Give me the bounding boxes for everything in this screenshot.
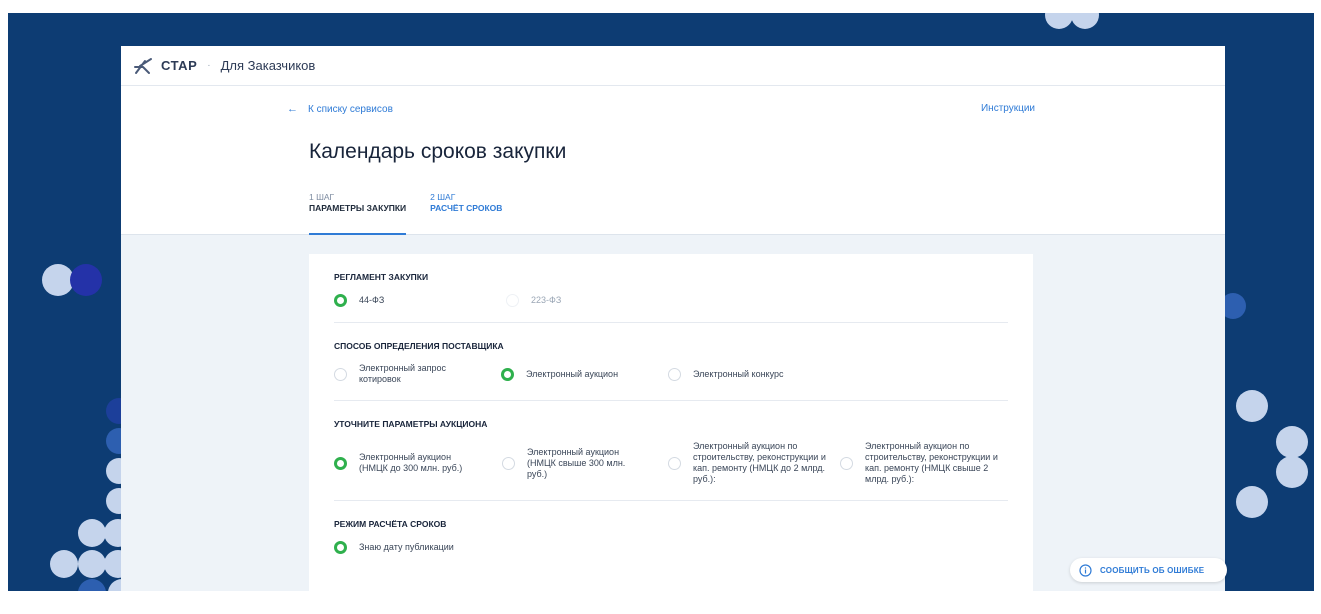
option-label: Знаю дату публикации	[359, 542, 454, 552]
parameters-card: РЕГЛАМЕНТ ЗАКУПКИ 44-ФЗ 223-ФЗ СПОСОБ ОП…	[309, 254, 1033, 591]
page-title: Календарь сроков закупки	[309, 140, 567, 163]
tab-label: ПАРАМЕТРЫ ЗАКУПКИ	[309, 203, 407, 213]
radio-quotation-request[interactable]: Электронный запрос котировок	[334, 363, 501, 385]
radio-empty-icon[interactable]	[840, 456, 853, 470]
radio-construction-over-2b[interactable]: Электронный аукцион по строительству, ре…	[840, 441, 1005, 485]
option-label: 44-ФЗ	[359, 295, 385, 305]
radio-empty-icon[interactable]	[502, 456, 515, 470]
option-label: Электронный аукцион (НМЦК до 300 млн. ру…	[359, 452, 463, 473]
decor-dot	[1276, 426, 1308, 458]
decor-dot	[1045, 13, 1073, 29]
option-label: Электронный запрос котировок	[359, 363, 447, 384]
radio-empty-icon[interactable]	[668, 456, 681, 470]
calculation-mode-section: РЕЖИМ РАСЧЁТА СРОКОВ Знаю дату публикаци…	[334, 501, 1008, 569]
breadcrumb-separator: ·	[207, 60, 211, 71]
decor-dot	[50, 550, 78, 578]
star-logo-icon[interactable]	[133, 57, 153, 75]
decor-dot	[70, 264, 102, 296]
decor-dot	[1071, 13, 1099, 29]
auction-parameters-section: УТОЧНИТЕ ПАРАМЕТРЫ АУКЦИОНА Электронный …	[334, 401, 1008, 501]
tab-deadline-calculation[interactable]: 2 ШАГ РАСЧЁТ СРОКОВ	[430, 188, 502, 235]
tab-purchase-parameters[interactable]: 1 ШАГ ПАРАМЕТРЫ ЗАКУПКИ	[309, 188, 407, 235]
section-title: РЕГЛАМЕНТ ЗАКУПКИ	[334, 272, 429, 282]
radio-auction-over-300m[interactable]: Электронный аукцион (НМЦК свыше 300 млн.…	[502, 447, 668, 480]
report-error-label: СООБЩИТЬ ОБ ОШИБКЕ	[1100, 565, 1205, 575]
decor-dot	[78, 579, 106, 591]
radio-selected-icon[interactable]	[334, 541, 347, 554]
decor-dot	[78, 519, 106, 547]
regulation-section: РЕГЛАМЕНТ ЗАКУПКИ 44-ФЗ 223-ФЗ	[334, 254, 1008, 323]
tab-step: 2 ШАГ	[430, 192, 456, 202]
option-label: Электронный аукцион (НМЦК свыше 300 млн.…	[527, 446, 626, 479]
radio-construction-under-2b[interactable]: Электронный аукцион по строительству, ре…	[668, 441, 840, 485]
section-title: УТОЧНИТЕ ПАРАМЕТРЫ АУКЦИОНА	[334, 419, 488, 429]
radio-selected-icon[interactable]	[334, 294, 347, 307]
supplier-method-section: СПОСОБ ОПРЕДЕЛЕНИЯ ПОСТАВЩИКА Электронны…	[334, 323, 1008, 401]
app-window: СТАР · Для Заказчиков ← К списку сервисо…	[121, 46, 1225, 591]
option-label: Электронный аукцион по строительству, ре…	[693, 441, 826, 484]
decor-dot	[1236, 486, 1268, 518]
option-label: Электронный конкурс	[693, 368, 784, 379]
radio-empty-icon[interactable]	[506, 294, 519, 307]
radio-44fz[interactable]: 44-ФЗ	[334, 294, 506, 307]
instructions-link[interactable]: Инструкции	[981, 103, 1035, 115]
arrow-left-icon: ←	[287, 103, 298, 115]
section-title: СПОСОБ ОПРЕДЕЛЕНИЯ ПОСТАВЩИКА	[334, 341, 504, 351]
radio-selected-icon[interactable]	[334, 456, 347, 470]
page-header: ← К списку сервисов Инструкции Календарь…	[121, 86, 1225, 235]
report-error-button[interactable]: СООБЩИТЬ ОБ ОШИБКЕ	[1070, 558, 1227, 582]
radio-empty-icon[interactable]	[334, 367, 347, 381]
nav-row: ← К списку сервисов Инструкции	[287, 103, 1035, 115]
radio-empty-icon[interactable]	[668, 367, 681, 381]
tab-step: 1 ШАГ	[309, 192, 335, 202]
radio-selected-icon[interactable]	[501, 367, 514, 381]
top-bar: СТАР · Для Заказчиков	[121, 46, 1225, 86]
back-to-services-link[interactable]: ← К списку сервисов	[287, 103, 393, 115]
option-label: Электронный аукцион по строительству, ре…	[865, 441, 998, 484]
section-title: РЕЖИМ РАСЧЁТА СРОКОВ	[334, 519, 447, 529]
decor-dot	[1276, 456, 1308, 488]
radio-know-publication-date[interactable]: Знаю дату публикации	[334, 541, 454, 554]
option-label: 223-ФЗ	[531, 295, 562, 305]
info-icon	[1079, 563, 1092, 577]
background-stage: СТАР · Для Заказчиков ← К списку сервисо…	[8, 13, 1314, 591]
back-link-label: К списку сервисов	[308, 103, 393, 115]
step-tabs: 1 ШАГ ПАРАМЕТРЫ ЗАКУПКИ 2 ШАГ РАСЧЁТ СРО…	[309, 188, 502, 235]
radio-electronic-contest[interactable]: Электронный конкурс	[668, 367, 784, 381]
radio-electronic-auction[interactable]: Электронный аукцион	[501, 367, 668, 381]
radio-223fz[interactable]: 223-ФЗ	[506, 294, 561, 307]
decor-dot	[78, 550, 106, 578]
option-label: Электронный аукцион	[526, 368, 619, 379]
breadcrumb-customers[interactable]: Для Заказчиков	[221, 58, 316, 73]
radio-auction-under-300m[interactable]: Электронный аукцион (НМЦК до 300 млн. ру…	[334, 452, 502, 474]
tab-label: РАСЧЁТ СРОКОВ	[430, 203, 503, 213]
brand-name[interactable]: СТАР	[161, 58, 197, 73]
decor-dot	[1236, 390, 1268, 422]
